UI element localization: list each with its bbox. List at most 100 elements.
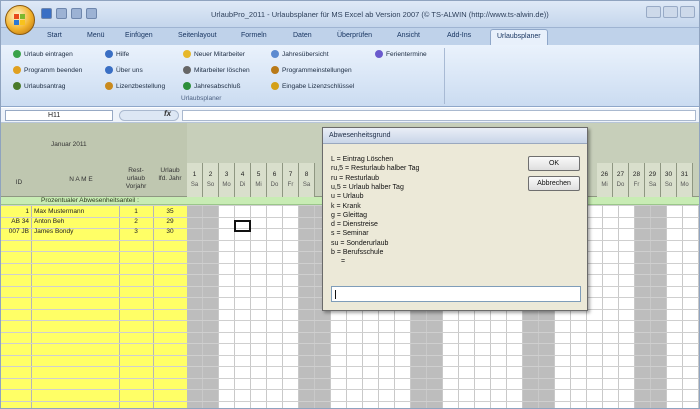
urlaub-eintragen-button[interactable]: Urlaub eintragen [13,50,73,58]
ferientermine-button[interactable]: Ferientermine [375,50,427,58]
employee-name-cell[interactable]: Anton Beh [34,218,64,225]
absence-code-item: d = Dienstreise [331,221,378,229]
mitarbeiter-loeschen-button[interactable]: Mitarbeiter löschen [183,66,250,74]
jahresabschluss-label: Jahresabschluß [194,82,241,90]
customize-icon[interactable] [86,8,97,19]
eingabe-lizenzschluessel-label: Eingabe Lizenzschlüssel [282,82,355,90]
maximize-button[interactable] [663,6,678,18]
day-header: 28 Fr [629,163,645,197]
resturlaub-cell[interactable]: 3 [121,228,151,235]
urlaub-cell[interactable]: 35 [156,208,184,215]
row-line [1,366,699,367]
office-button[interactable] [5,5,35,35]
day-number: 7 [288,171,293,178]
day-weekday: Mo [222,182,231,188]
tab-data[interactable]: Daten [293,32,312,39]
key-icon [271,82,279,90]
resturlaub-cell[interactable]: 1 [121,208,151,215]
tab-view[interactable]: Ansicht [397,32,420,39]
day-weekday: Do [616,182,625,188]
name-box[interactable]: H11 [5,110,113,121]
programmeinstellungen-button[interactable]: Programmeinstellungen [271,66,352,74]
jahresuebersicht-button[interactable]: Jahresübersicht [271,50,329,58]
save-icon[interactable] [41,8,52,19]
ferientermine-label: Ferientermine [386,50,427,58]
employee-name-cell[interactable]: Max Mustermann [34,208,84,215]
cancel-button[interactable]: Abbrechen [528,176,580,191]
employee-id-cell[interactable]: AB 34 [3,218,29,225]
day-weekday: So [206,182,215,188]
absence-code-input[interactable] [331,286,581,302]
settings-icon [271,66,279,74]
day-header: 5 Mi [251,163,267,197]
day-number: 30 [664,171,673,178]
excel-window: UrlaubPro_2011 - Urlaubsplaner für MS Ex… [0,0,700,409]
row-line [1,400,699,402]
exit-icon [13,66,21,74]
window-controls [646,6,695,18]
tab-menu[interactable]: Menü [87,32,105,39]
absence-code-item: su = Sonderurlaub [331,239,389,247]
lizenzbestellung-button[interactable]: Lizenzbestellung [105,82,165,90]
dialog-title: Abwesenheitsgrund [323,128,587,144]
tab-insert[interactable]: Einfügen [125,32,153,39]
jahresabschluss-button[interactable]: Jahresabschluß [183,82,241,90]
neuer-mitarbeiter-button[interactable]: Neuer Mitarbeiter [183,50,245,58]
hilfe-button[interactable]: Hilfe [105,50,129,58]
tab-review[interactable]: Überprüfen [337,32,372,39]
day-header: 6 Do [267,163,283,197]
urlaub-cell[interactable]: 30 [156,228,184,235]
ueber-uns-label: Über uns [116,66,143,74]
absence-code-item: b = Berufsschule [331,249,384,256]
ueber-uns-button[interactable]: Über uns [105,66,143,74]
absence-code-item: u,5 = Urlaub halber Tag [331,183,404,191]
urlaubsantrag-button[interactable]: Urlaubsantrag [13,82,65,90]
ribbon-group-label: Urlaubsplaner [181,95,222,102]
ok-button[interactable]: OK [528,156,580,171]
col-header-id: ID [15,179,23,186]
tab-page-layout[interactable]: Seitenlayout [178,32,217,39]
undo-icon[interactable] [56,8,67,19]
employee-id-cell[interactable]: 007 JB [3,228,29,235]
col-header-urlaub: Urlaub lfd. Jahr [158,167,182,182]
urlaub-cell[interactable]: 29 [156,218,184,225]
resturlaub-cell[interactable]: 2 [121,218,151,225]
ribbon: Urlaub eintragen Programm beenden Urlaub… [1,45,699,107]
programm-beenden-label: Programm beenden [24,66,83,74]
tab-formulas[interactable]: Formeln [241,32,267,39]
day-header: 31 Mo [677,163,693,197]
hilfe-label: Hilfe [116,50,130,58]
day-header: 30 So [661,163,677,197]
formula-bar: H11 fx [1,108,699,123]
absence-code-item: u = Urlaub [331,193,364,201]
tab-addins[interactable]: Add-Ins [447,32,471,39]
minimize-button[interactable] [646,6,661,18]
quick-access-toolbar [41,8,97,19]
redo-icon[interactable] [71,8,82,19]
selected-cell[interactable] [234,220,251,232]
urlaub-eintragen-label: Urlaub eintragen [24,50,73,58]
absence-code-item: g = Gleittag [331,211,367,219]
employee-id-cell[interactable]: 1 [3,208,29,215]
close-button[interactable] [680,6,695,18]
day-number: 8 [304,171,309,178]
tab-start[interactable]: Start [47,32,62,39]
day-number: 26 [600,171,609,178]
eingabe-lizenzschluessel-button[interactable]: Eingabe Lizenzschlüssel [271,82,354,90]
row-line [1,377,699,379]
employee-name-cell[interactable]: James Bondy [34,228,73,235]
insert-function-icon[interactable]: fx [164,109,171,118]
absence-code-item: k = Krank [331,202,361,210]
day-number: 4 [240,171,245,178]
formula-input[interactable] [182,110,696,121]
day-header: 3 Mo [219,163,235,197]
day-header: 29 Sa [645,163,661,197]
absence-code-item: L = Eintrag Löschen [331,156,394,163]
day-weekday: Fr [633,182,640,188]
row-line [1,343,699,344]
day-number: 28 [632,171,641,178]
programm-beenden-button[interactable]: Programm beenden [13,66,82,74]
day-header: 2 So [203,163,219,197]
day-weekday: Di [239,182,246,188]
tab-urlaubsplaner[interactable]: Urlaubsplaner [490,29,548,45]
